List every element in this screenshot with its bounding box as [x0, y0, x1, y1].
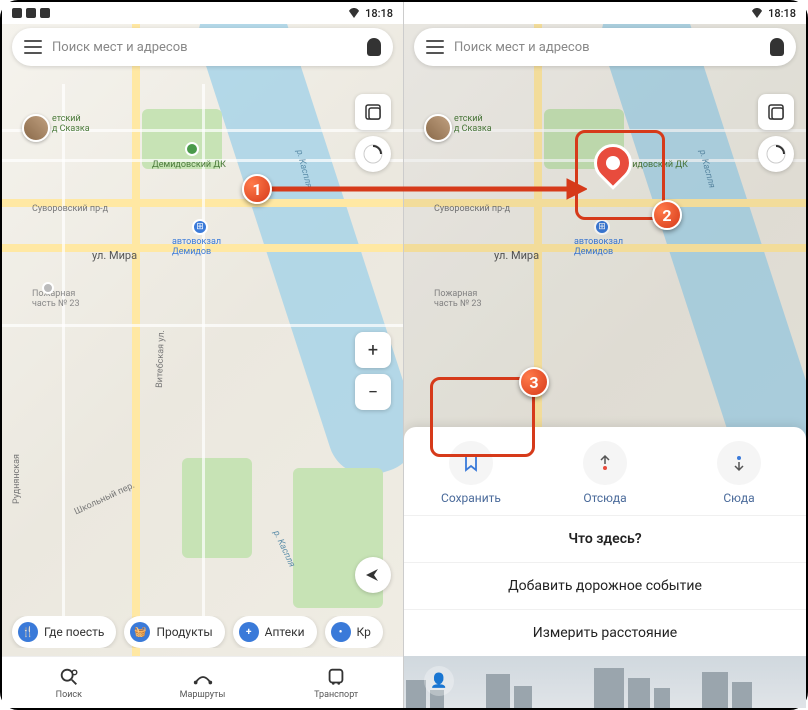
place-pin-icon[interactable]: [586, 136, 640, 190]
nav-transport[interactable]: Транспорт: [269, 657, 403, 708]
panorama-strip[interactable]: 👤: [404, 656, 806, 708]
poi-skazka-label: етский д Сказка: [52, 114, 90, 134]
street-label-suvorovskiy: Суворовский пр-д: [32, 204, 108, 214]
arrow-down-icon: [717, 441, 761, 485]
river-label: р. Каспля: [696, 149, 716, 189]
category-chips: 🍴Где поесть 🧺Продукты +Аптеки •Кр: [2, 616, 403, 648]
callout-1: 1: [242, 174, 272, 204]
phone-left: 18:18 ул. Мира Суворовский пр-д Баррикад…: [2, 2, 404, 708]
street-label-vitebskaya: Витебская ул.: [155, 330, 167, 388]
nav-search[interactable]: Поиск: [2, 657, 136, 708]
chip-food[interactable]: 🍴Где поесть: [12, 616, 116, 648]
status-bar: 18:18: [2, 2, 403, 24]
compass-button[interactable]: [355, 136, 391, 172]
poi-fire-label: Пожарная часть № 23: [32, 289, 80, 309]
bookmark-icon: [449, 441, 493, 485]
status-right: 18:18: [752, 7, 796, 20]
clock: 18:18: [365, 7, 393, 20]
poi-fire-icon[interactable]: [42, 282, 54, 294]
phone-right: 18:18 ул. Мира Суворовский пр-д Баррикад…: [404, 2, 806, 708]
search-bar: Поиск мест и адресов: [404, 24, 806, 70]
menu-icon[interactable]: [24, 40, 42, 54]
compass-button[interactable]: [758, 136, 794, 172]
road: [404, 244, 806, 252]
action-to-here[interactable]: Сюда: [672, 441, 806, 505]
poi-bus-label: автовокзал Демидов: [172, 237, 221, 257]
poi-bus-label: автовокзал Демидов: [574, 237, 623, 257]
park: [182, 458, 252, 558]
nav-routes[interactable]: Маршруты: [136, 657, 270, 708]
zoom-out-button[interactable]: −: [355, 374, 391, 410]
sheet-actions-row: Сохранить Отсюда Сюда: [404, 427, 806, 516]
tutorial-arrow: [257, 174, 587, 204]
road: [132, 24, 140, 708]
status-right: 18:18: [349, 7, 393, 20]
poi-bus-icon[interactable]: ⊞: [594, 219, 610, 235]
clock: 18:18: [768, 7, 796, 20]
street-label-mira: ул. Мира: [92, 249, 137, 262]
search-field[interactable]: Поиск мест и адресов: [414, 28, 796, 66]
layers-button[interactable]: [355, 94, 391, 130]
action-what-here[interactable]: Что здесь?: [404, 516, 806, 563]
chip-pharmacy[interactable]: +Аптеки: [233, 616, 317, 648]
action-from-here[interactable]: Отсюда: [538, 441, 672, 505]
arrow-up-icon: [583, 441, 627, 485]
street-label-suvorovskiy: Суворовский пр-д: [434, 204, 510, 214]
zoom-in-button[interactable]: +: [355, 332, 391, 368]
action-save[interactable]: Сохранить: [404, 441, 538, 505]
mic-icon[interactable]: [770, 38, 784, 56]
menu-icon[interactable]: [426, 40, 444, 54]
mic-icon[interactable]: [367, 38, 381, 56]
action-measure[interactable]: Измерить расстояние: [404, 610, 806, 656]
poi-dk-icon[interactable]: [185, 142, 199, 156]
poi-skazka-label: етский д Сказка: [454, 114, 492, 134]
search-placeholder: Поиск мест и адресов: [52, 40, 367, 55]
place-action-sheet: Сохранить Отсюда Сюда Что здесь? Добавит…: [404, 427, 806, 708]
street-label-rudnyanskaya: Руднянская: [12, 454, 22, 504]
search-field[interactable]: Поиск мест и адресов: [12, 28, 393, 66]
status-icons: [12, 8, 50, 18]
user-avatar[interactable]: [22, 114, 50, 142]
layers-button[interactable]: [758, 94, 794, 130]
poi-dk-label: Демидовский ДК: [152, 160, 226, 170]
map-canvas[interactable]: ул. Мира Суворовский пр-д Баррикадная ул…: [2, 24, 403, 708]
chip-groceries[interactable]: 🧺Продукты: [124, 616, 224, 648]
street-label-mira: ул. Мира: [494, 249, 539, 262]
panorama-icon: 👤: [424, 666, 454, 696]
street-label-shkolny: Школьный пер.: [73, 481, 136, 518]
chip-more[interactable]: •Кр: [325, 616, 383, 648]
action-add-event[interactable]: Добавить дорожное событие: [404, 563, 806, 610]
callout-2: 2: [652, 200, 682, 230]
search-placeholder: Поиск мест и адресов: [454, 40, 770, 55]
locate-button[interactable]: [355, 557, 391, 593]
callout-3: 3: [519, 367, 549, 397]
tutorial-container: 18:18 ул. Мира Суворовский пр-д Баррикад…: [0, 0, 808, 710]
user-avatar[interactable]: [424, 114, 452, 142]
status-bar: 18:18: [404, 2, 806, 24]
poi-bus-icon[interactable]: ⊞: [192, 219, 208, 235]
search-bar: Поиск мест и адресов: [2, 24, 403, 70]
poi-fire-label: Пожарная часть № 23: [434, 289, 482, 309]
bottom-nav: Поиск Маршруты Транспорт: [2, 656, 403, 708]
